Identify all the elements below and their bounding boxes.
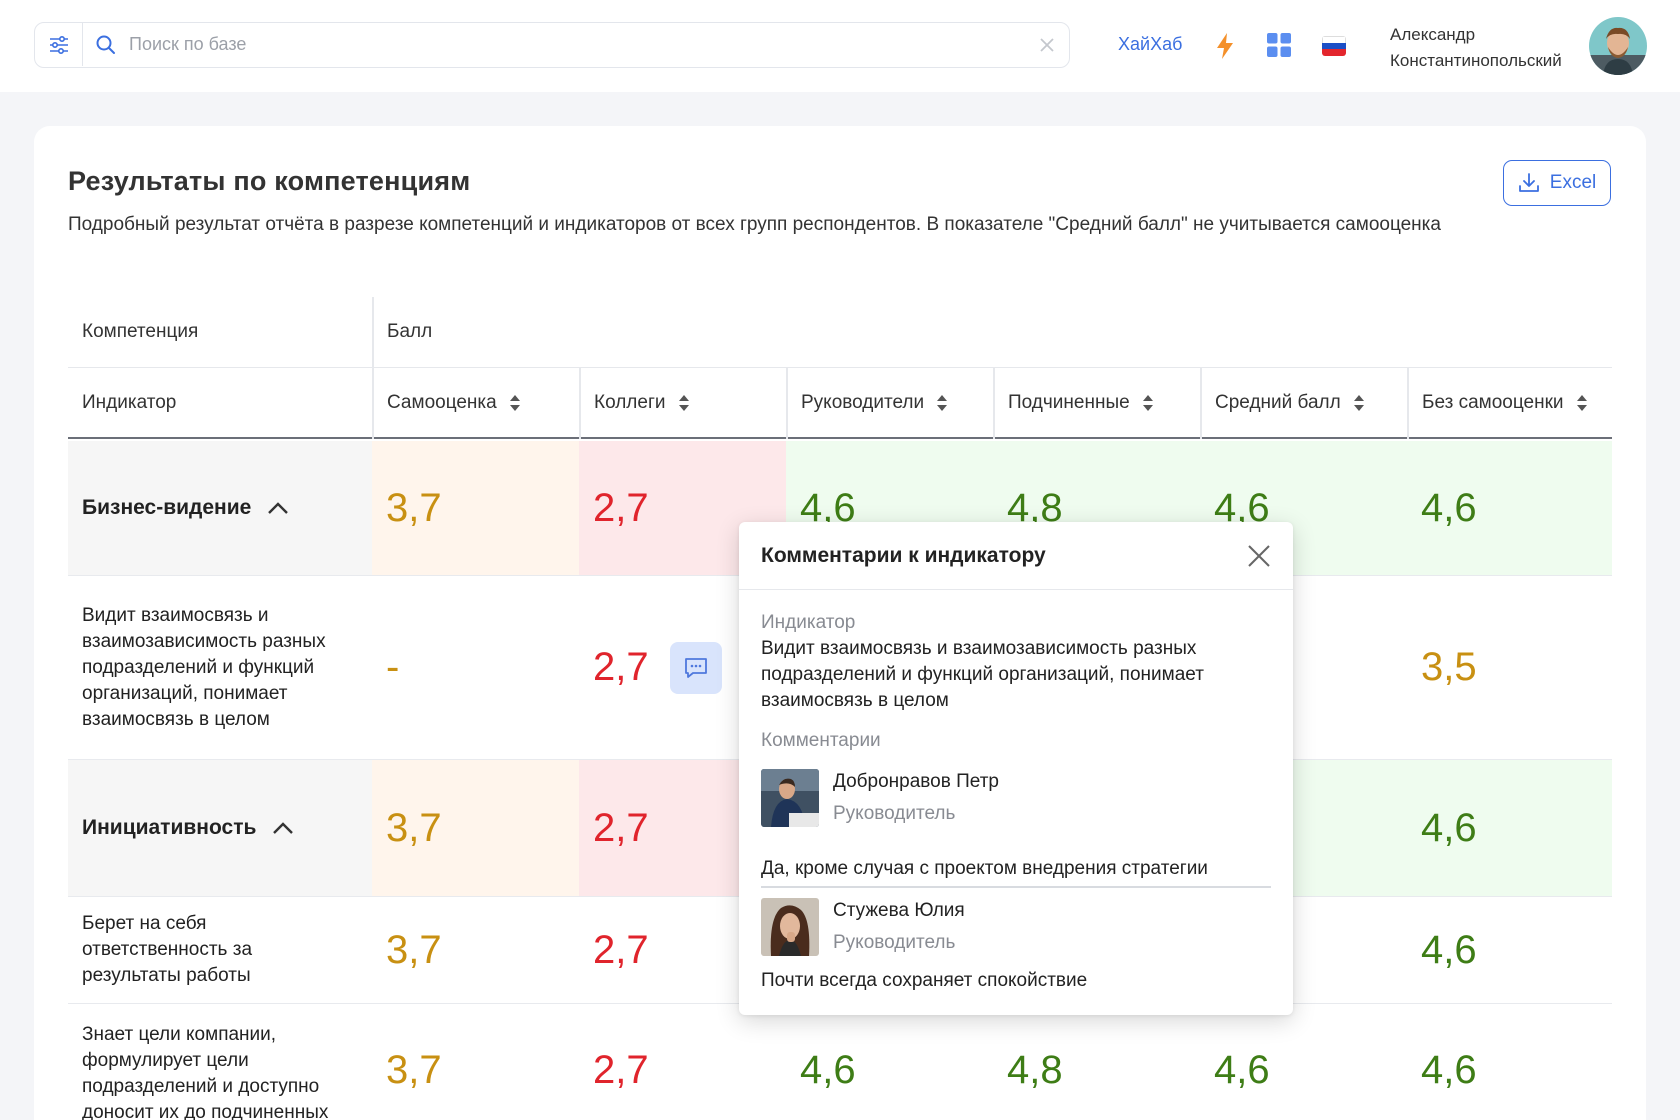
commenter-avatar <box>761 898 819 956</box>
score-subordinates: 4,8 <box>1007 1048 1063 1092</box>
score-self: - <box>386 645 400 689</box>
sort-icon[interactable] <box>1576 394 1588 412</box>
score-average: 4,6 <box>1214 1048 1270 1092</box>
filter-icon <box>49 35 68 54</box>
sort-icon[interactable] <box>1353 394 1365 412</box>
chevron-up-icon <box>273 822 294 834</box>
search-icon <box>96 35 115 54</box>
sort-icon[interactable] <box>936 394 948 412</box>
score-colleagues: 2,7 <box>593 485 649 530</box>
comment-separator <box>761 886 1271 888</box>
score-managers: 4,6 <box>800 1048 856 1092</box>
table-header-row-2: Индикатор Самооценка Коллеги Руководител… <box>68 368 1612 439</box>
competency-toggle[interactable]: Бизнес-видение <box>82 496 289 520</box>
header-col-subordinates[interactable]: Подчиненные <box>994 368 1200 437</box>
user-avatar[interactable] <box>1589 17 1647 75</box>
score-self: 3,7 <box>386 927 442 972</box>
chevron-up-icon <box>268 502 289 514</box>
score-self: 3,7 <box>386 485 442 530</box>
header-score: Балл <box>387 321 433 342</box>
user-first-name: Александр <box>1390 25 1476 44</box>
score-without-self: 4,6 <box>1421 927 1477 972</box>
popup-indicator-label: Индикатор <box>761 612 856 633</box>
header-col-average[interactable]: Средний балл <box>1201 368 1407 437</box>
search-input[interactable] <box>129 29 1009 60</box>
apps-grid-icon[interactable] <box>1267 33 1291 57</box>
comment-button[interactable] <box>670 642 722 694</box>
comment-text: Да, кроме случая с проектом внедрения ст… <box>761 858 1208 879</box>
brand-link[interactable]: ХайХаб <box>1118 34 1182 55</box>
table-header-row-1: Компетенция Балл <box>68 297 1612 368</box>
sort-icon[interactable] <box>1142 394 1154 412</box>
excel-export-button[interactable]: Excel <box>1503 160 1611 206</box>
indicator-text: Знает цели компании, формулирует цели по… <box>82 1024 329 1120</box>
sort-icon[interactable] <box>509 394 521 412</box>
user-last-name: Константинопольский <box>1390 51 1562 70</box>
score-colleagues: 2,7 <box>593 927 649 972</box>
bolt-icon[interactable] <box>1214 32 1236 60</box>
competency-name: Инициативность <box>82 816 257 839</box>
comment-text: Почти всегда сохраняет спокойствие <box>761 970 1088 991</box>
score-without-self: 4,6 <box>1421 1048 1477 1092</box>
score-without-self: 4,6 <box>1421 485 1477 530</box>
header-competency: Компетенция <box>82 321 199 342</box>
sort-icon[interactable] <box>678 394 690 412</box>
comments-popup: Комментарии к индикатору Индикатор Видит… <box>739 522 1293 1015</box>
competency-toggle[interactable]: Инициативность <box>82 816 294 840</box>
header-col-colleagues[interactable]: Коллеги <box>580 368 786 437</box>
score-colleagues: 2,7 <box>593 1048 649 1092</box>
page-title: Результаты по компетенциям <box>68 166 471 196</box>
header-col-without-self[interactable]: Без самооценки <box>1408 368 1612 437</box>
popup-header: Комментарии к индикатору <box>739 522 1293 590</box>
indicator-text: Видит взаимосвязь и взаимозависимость ра… <box>82 604 326 730</box>
comment-icon <box>685 658 707 678</box>
score-without-self: 4,6 <box>1421 805 1477 850</box>
russia-flag-icon[interactable] <box>1322 36 1346 56</box>
header-col-managers[interactable]: Руководители <box>787 368 993 437</box>
top-bar: ХайХаб Александр Константинопольский <box>0 0 1680 92</box>
score-colleagues: 2,7 <box>593 645 649 689</box>
page-subtitle: Подробный результат отчёта в разрезе ком… <box>68 214 1441 235</box>
score-self: 3,7 <box>386 1048 442 1092</box>
popup-indicator-text: Видит взаимосвязь и взаимозависимость ра… <box>761 638 1204 711</box>
competency-name: Бизнес-видение <box>82 496 252 519</box>
table-row-indicator: Знает цели компании, формулирует цели по… <box>68 1004 1612 1120</box>
score-self: 3,7 <box>386 805 442 850</box>
score-without-self: 3,5 <box>1421 645 1477 689</box>
filter-button[interactable] <box>35 23 83 66</box>
search-bar <box>34 22 1070 68</box>
close-icon[interactable] <box>1245 542 1273 570</box>
popup-comments-label: Комментарии <box>761 730 881 751</box>
header-col-self[interactable]: Самооценка <box>373 368 579 437</box>
header-indicator: Индикатор <box>82 391 177 413</box>
commenter-name: Добронравов Петр <box>833 771 999 792</box>
popup-title: Комментарии к индикатору <box>761 544 1046 567</box>
indicator-text: Берет на себя ответственность за результ… <box>82 913 253 986</box>
excel-label: Excel <box>1549 172 1597 193</box>
commenter-role: Руководитель <box>833 803 956 824</box>
user-name[interactable]: Александр Константинопольский <box>1390 22 1562 74</box>
download-icon <box>1518 173 1539 192</box>
commenter-role: Руководитель <box>833 932 956 953</box>
commenter-avatar <box>761 769 819 827</box>
clear-icon[interactable] <box>1037 35 1057 55</box>
score-colleagues: 2,7 <box>593 805 649 850</box>
commenter-name: Стужева Юлия <box>833 900 965 921</box>
